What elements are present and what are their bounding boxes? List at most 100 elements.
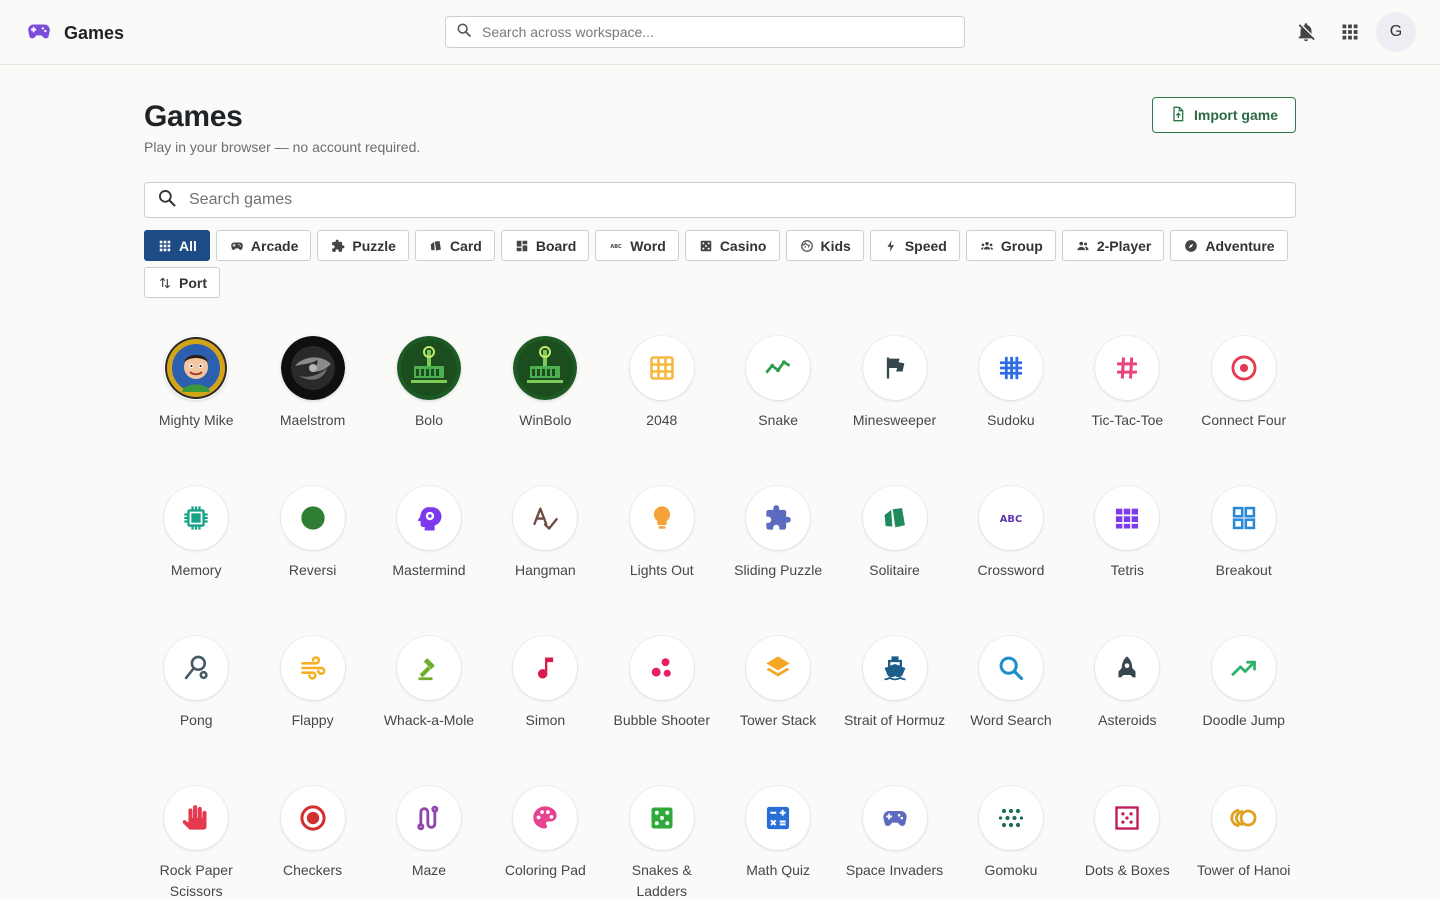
filter-chip-arcade[interactable]: Arcade bbox=[215, 230, 312, 261]
filter-chip-adventure[interactable]: Adventure bbox=[1170, 230, 1288, 261]
dice-icon bbox=[629, 786, 694, 850]
rings-icon bbox=[1211, 786, 1276, 850]
music-note-icon bbox=[513, 636, 578, 700]
game-tile-strait-of-hormuz[interactable]: Strait of Hormuz bbox=[836, 636, 952, 786]
notifications-off-icon[interactable] bbox=[1294, 20, 1318, 44]
game-name: Maze bbox=[411, 862, 447, 878]
filter-chip-label: Board bbox=[535, 237, 577, 254]
gavel-icon bbox=[396, 636, 461, 700]
filter-chip-puzzle[interactable]: Puzzle bbox=[317, 230, 409, 261]
radio-target-icon bbox=[280, 786, 345, 850]
game-tile-solitaire[interactable]: Solitaire bbox=[836, 486, 952, 636]
trending-up-icon bbox=[1211, 636, 1276, 700]
game-name: Bubble Shooter bbox=[613, 712, 711, 728]
game-tile-space-invaders[interactable]: Space Invaders bbox=[836, 786, 952, 900]
filter-chip-group[interactable]: Group bbox=[965, 230, 1056, 261]
game-tile-bubble-shooter[interactable]: Bubble Shooter bbox=[604, 636, 720, 786]
filter-chip-word[interactable]: ABC Word bbox=[595, 230, 679, 261]
game-name: Sliding Puzzle bbox=[734, 562, 823, 578]
game-tile-doodle-jump[interactable]: Doodle Jump bbox=[1186, 636, 1302, 786]
filter-chip-board[interactable]: Board bbox=[500, 230, 590, 261]
svg-text:ABC: ABC bbox=[1000, 514, 1023, 525]
game-tile-connect-four[interactable]: Connect Four bbox=[1186, 336, 1302, 486]
filter-chip-port[interactable]: Port bbox=[144, 267, 220, 298]
game-tile-dots-boxes[interactable]: Dots & Boxes bbox=[1069, 786, 1185, 900]
game-tile-bolo[interactable]: Bolo bbox=[371, 336, 487, 486]
filter-chip-label: Word bbox=[630, 237, 666, 254]
game-tile-tower-of-hanoi[interactable]: Tower of Hanoi bbox=[1186, 786, 1302, 900]
blocks-icon bbox=[1095, 486, 1160, 550]
dots-grid-icon bbox=[978, 786, 1043, 850]
hash-icon bbox=[1095, 336, 1160, 400]
game-tile-lights-out[interactable]: Lights Out bbox=[604, 486, 720, 636]
game-name: Minesweeper bbox=[852, 412, 937, 428]
game-tile-rock-paper-scissors[interactable]: Rock Paper Scissors bbox=[138, 786, 254, 900]
filter-chip-label: Card bbox=[449, 237, 482, 254]
game-tile-checkers[interactable]: Checkers bbox=[254, 786, 370, 900]
game-name: Whack-a-Mole bbox=[383, 712, 475, 728]
game-tile-coloring-pad[interactable]: Coloring Pad bbox=[487, 786, 603, 900]
workspace-search[interactable] bbox=[445, 16, 965, 48]
game-tile-winbolo[interactable]: WinBolo bbox=[487, 336, 603, 486]
game-tile-memory[interactable]: Memory bbox=[138, 486, 254, 636]
apps-grid-icon[interactable] bbox=[1338, 20, 1362, 44]
game-name: Doodle Jump bbox=[1202, 712, 1285, 728]
game-name: 2048 bbox=[646, 412, 678, 428]
game-tile-maelstrom[interactable]: Maelstrom bbox=[254, 336, 370, 486]
game-tile-2048[interactable]: 2048 bbox=[604, 336, 720, 486]
game-name: Tetris bbox=[1110, 562, 1145, 578]
game-name: Math Quiz bbox=[746, 862, 811, 878]
lightbulb-icon bbox=[629, 486, 694, 550]
game-tile-crossword[interactable]: ABC Crossword bbox=[953, 486, 1069, 636]
abc-icon: ABC bbox=[609, 239, 623, 253]
filter-chip-card[interactable]: Card bbox=[414, 230, 495, 261]
game-tile-reversi[interactable]: Reversi bbox=[254, 486, 370, 636]
game-name: Solitaire bbox=[869, 562, 920, 578]
import-game-label: Import game bbox=[1193, 107, 1278, 123]
game-tile-tetris[interactable]: Tetris bbox=[1069, 486, 1185, 636]
game-tile-asteroids[interactable]: Asteroids bbox=[1069, 636, 1185, 786]
game-tile-flappy[interactable]: Flappy bbox=[254, 636, 370, 786]
game-tile-mighty-mike[interactable]: Mighty Mike bbox=[138, 336, 254, 486]
bolo-tank-icon bbox=[396, 336, 461, 400]
game-tile-snake[interactable]: Snake bbox=[720, 336, 836, 486]
game-tile-snakes-ladders[interactable]: Snakes & Ladders bbox=[604, 786, 720, 900]
game-tile-mastermind[interactable]: Mastermind bbox=[371, 486, 487, 636]
filter-chip-casino[interactable]: Casino bbox=[684, 230, 780, 261]
game-tile-maze[interactable]: Maze bbox=[371, 786, 487, 900]
game-tile-tower-stack[interactable]: Tower Stack bbox=[720, 636, 836, 786]
game-tile-whack-a-mole[interactable]: Whack-a-Mole bbox=[371, 636, 487, 786]
layers-icon bbox=[746, 636, 811, 700]
game-name: Tower Stack bbox=[740, 712, 817, 728]
game-tile-breakout[interactable]: Breakout bbox=[1186, 486, 1302, 636]
grid-3x3-icon bbox=[629, 336, 694, 400]
filter-chip-kids[interactable]: Kids bbox=[785, 230, 864, 261]
game-name: Memory bbox=[170, 562, 222, 578]
game-tile-word-search[interactable]: Word Search bbox=[953, 636, 1069, 786]
filter-chip-label: Casino bbox=[719, 237, 767, 254]
game-tile-tic-tac-toe[interactable]: Tic-Tac-Toe bbox=[1069, 336, 1185, 486]
game-tile-math-quiz[interactable]: Math Quiz bbox=[720, 786, 836, 900]
game-name: Tower of Hanoi bbox=[1197, 862, 1291, 878]
game-tile-simon[interactable]: Simon bbox=[487, 636, 603, 786]
game-name: Snake bbox=[758, 412, 798, 428]
workspace-search-input[interactable] bbox=[482, 24, 942, 40]
game-tile-sliding-puzzle[interactable]: Sliding Puzzle bbox=[720, 486, 836, 636]
filter-chip-speed[interactable]: Speed bbox=[869, 230, 960, 261]
maelstrom-icon bbox=[280, 336, 345, 400]
filter-chip-2-player[interactable]: 2-Player bbox=[1061, 230, 1165, 261]
import-game-button[interactable]: Import game bbox=[1152, 97, 1296, 133]
game-tile-gomoku[interactable]: Gomoku bbox=[953, 786, 1069, 900]
game-search-input[interactable] bbox=[189, 191, 1269, 209]
user-avatar[interactable]: G bbox=[1376, 12, 1416, 52]
game-name: Tic-Tac-Toe bbox=[1091, 412, 1164, 428]
game-tile-hangman[interactable]: Hangman bbox=[487, 486, 603, 636]
game-tile-pong[interactable]: Pong bbox=[138, 636, 254, 786]
game-search[interactable] bbox=[144, 182, 1296, 218]
search-icon bbox=[978, 636, 1043, 700]
filter-chip-all[interactable]: All bbox=[144, 230, 210, 261]
face-icon bbox=[800, 239, 814, 253]
game-tile-sudoku[interactable]: Sudoku bbox=[953, 336, 1069, 486]
brand[interactable]: Games bbox=[26, 18, 124, 49]
game-tile-minesweeper[interactable]: Minesweeper bbox=[836, 336, 952, 486]
